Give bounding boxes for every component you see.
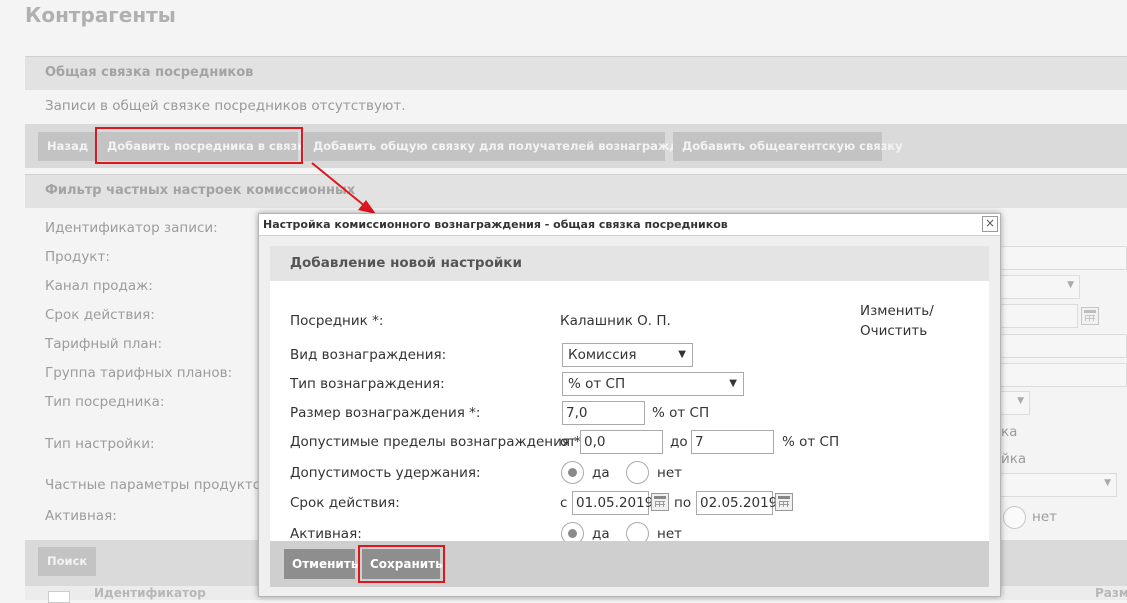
validity-to-input[interactable]: 02.05.2019 bbox=[696, 491, 777, 515]
reward-kind-select[interactable]: Комиссия ▼ bbox=[562, 343, 693, 367]
reward-type-label: Тип вознаграждения: bbox=[290, 376, 445, 392]
validity-to-label: по bbox=[674, 495, 692, 511]
active-no-label: нет bbox=[657, 526, 682, 542]
reward-type-select[interactable]: % от СП ▼ bbox=[562, 372, 744, 396]
cancel-button[interactable]: Отменить bbox=[284, 549, 358, 579]
limits-to-label: до bbox=[670, 434, 688, 450]
limits-from-label: от bbox=[560, 434, 577, 450]
commission-dialog: Настройка комиссионного вознаграждения -… bbox=[258, 213, 1001, 597]
intermediary-value: Калашник О. П. bbox=[560, 313, 671, 329]
reward-kind-label: Вид вознаграждения: bbox=[290, 347, 447, 363]
active-yes-label: да bbox=[592, 526, 610, 542]
retention-label: Допустимость удержания: bbox=[290, 465, 481, 481]
validity-from-input[interactable]: 01.05.2019 bbox=[572, 491, 653, 515]
clear-intermediary-link[interactable]: Очистить bbox=[860, 323, 927, 339]
chevron-down-icon: ▼ bbox=[729, 378, 737, 389]
reward-kind-value: Комиссия bbox=[568, 347, 637, 363]
retention-no-radio[interactable] bbox=[626, 461, 649, 484]
retention-yes-label: да bbox=[592, 465, 610, 481]
reward-size-label: Размер вознаграждения *: bbox=[290, 405, 481, 421]
dialog-title: Настройка комиссионного вознаграждения -… bbox=[263, 218, 728, 231]
active-label: Активная: bbox=[290, 526, 362, 542]
chevron-down-icon: ▼ bbox=[678, 349, 686, 360]
reward-size-input[interactable]: 7,0 bbox=[562, 401, 645, 425]
limits-label: Допустимые пределы вознаграждения *: bbox=[290, 434, 586, 450]
section-title: Добавление новой настройки bbox=[270, 246, 989, 281]
dialog-footer: Отменить Сохранить bbox=[270, 541, 989, 587]
retention-no-label: нет bbox=[657, 465, 682, 481]
dialog-titlebar: Настройка комиссионного вознаграждения -… bbox=[259, 214, 1000, 236]
validity-from-label: с bbox=[560, 495, 568, 511]
reward-type-value: % от СП bbox=[568, 376, 626, 392]
limits-to-input[interactable]: 7 bbox=[691, 430, 774, 454]
calendar-icon[interactable] bbox=[775, 493, 793, 511]
calendar-icon[interactable] bbox=[651, 493, 669, 511]
close-icon[interactable]: × bbox=[982, 216, 998, 232]
limits-unit: % от СП bbox=[782, 434, 840, 450]
reward-size-unit: % от СП bbox=[652, 405, 710, 421]
validity-label: Срок действия: bbox=[290, 495, 400, 511]
edit-intermediary-link[interactable]: Изменить/ bbox=[860, 303, 934, 319]
intermediary-label: Посредник *: bbox=[290, 313, 384, 329]
retention-yes-radio[interactable] bbox=[561, 461, 584, 484]
highlight-frame-save bbox=[358, 545, 445, 583]
limits-from-input[interactable]: 0,0 bbox=[580, 430, 663, 454]
dialog-body: Добавление новой настройки Посредник *: … bbox=[270, 246, 989, 587]
